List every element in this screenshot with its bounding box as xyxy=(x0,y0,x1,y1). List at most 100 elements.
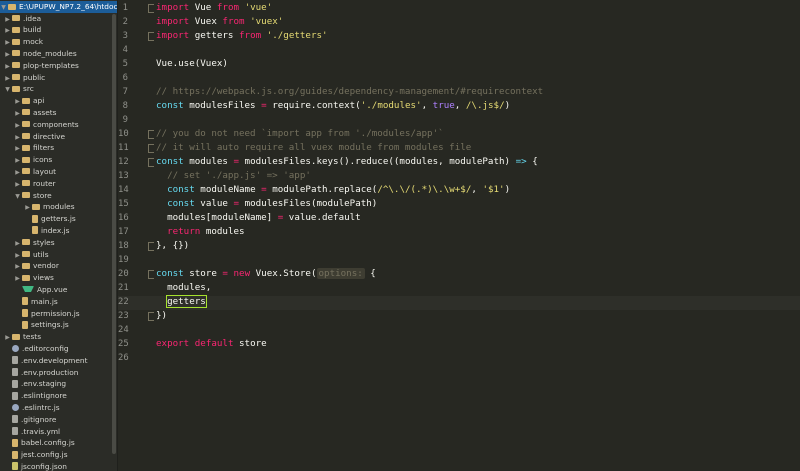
tree-item[interactable]: ▶ node_modules xyxy=(0,48,77,60)
code-line[interactable]: import Vue from 'vue' xyxy=(156,1,272,15)
fold-marker-icon[interactable] xyxy=(148,311,154,321)
tree-item[interactable]: .env.production xyxy=(0,367,78,379)
code-line[interactable]: // you do not need `import app from './m… xyxy=(156,127,444,141)
code-line[interactable]: modules, xyxy=(156,281,211,295)
tree-item[interactable]: ▶ components xyxy=(0,119,78,131)
tree-item-label: index.js xyxy=(41,225,70,235)
tree-item[interactable]: getters.js xyxy=(0,213,76,225)
code-token: '$1' xyxy=(482,184,505,195)
tree-item[interactable]: ▶ api xyxy=(0,95,44,107)
code-line[interactable]: // it will auto require all vuex module … xyxy=(156,141,471,155)
tree-item[interactable]: index.js xyxy=(0,225,69,237)
fold-marker-icon[interactable] xyxy=(148,241,154,251)
tree-item-label: styles xyxy=(33,237,55,247)
fold-marker-icon[interactable] xyxy=(148,31,154,41)
code-editor[interactable]: 1 2 3 4 5 6 7 8 9 10 11 12 13 14 15 16 17 18 19 20 21 22 23 24 2… xyxy=(118,0,800,471)
folder-icon xyxy=(22,121,30,128)
folder-icon xyxy=(12,26,20,33)
line-number: 19 xyxy=(118,255,129,265)
tree-item-label: utils xyxy=(33,249,49,259)
tree-item[interactable]: main.js xyxy=(0,296,58,308)
tree-item[interactable]: ▶ plop-templates xyxy=(0,60,79,72)
code-token: modules[moduleName] xyxy=(156,212,278,223)
tree-item[interactable]: .gitignore xyxy=(0,414,56,426)
tree-item[interactable]: jest.config.js xyxy=(0,449,68,461)
tree-item-label: App.vue xyxy=(37,284,68,294)
tree-item[interactable]: ▶ build xyxy=(0,24,41,36)
tree-item[interactable]: ▶ directive xyxy=(0,131,65,143)
fold-marker-icon[interactable] xyxy=(148,3,154,13)
folder-icon xyxy=(12,50,20,57)
code-token: }) xyxy=(156,310,168,321)
tree-item[interactable]: ▼ store xyxy=(0,190,52,202)
folder-icon xyxy=(12,62,20,69)
tree-item[interactable]: App.vue xyxy=(0,284,67,296)
tree-item[interactable]: .travis.yml xyxy=(0,426,60,438)
code-line[interactable]: import Vuex from 'vuex' xyxy=(156,15,283,29)
folder-icon xyxy=(22,97,30,104)
tree-item[interactable]: ▶ vendor xyxy=(0,260,59,272)
line-number: 6 xyxy=(122,73,128,83)
fold-marker-icon[interactable] xyxy=(148,157,154,167)
tree-item[interactable]: jsconfig.json xyxy=(0,461,67,471)
tree-item[interactable]: permission.js xyxy=(0,308,80,320)
tree-item[interactable]: ▶ tests xyxy=(0,331,41,343)
code-line[interactable]: return modules xyxy=(156,225,244,239)
code-line[interactable]: getters xyxy=(156,295,207,309)
tree-item[interactable]: ▼ src xyxy=(0,83,34,95)
code-token: const xyxy=(156,268,184,279)
tree-item[interactable]: .eslintignore xyxy=(0,390,67,402)
code-token: const xyxy=(167,198,195,209)
tree-item[interactable]: .eslintrc.js xyxy=(0,402,60,414)
folder-icon xyxy=(22,239,30,246)
code-line[interactable]: }, {}) xyxy=(156,239,189,253)
line-number: 25 xyxy=(118,339,129,349)
fold-marker-icon[interactable] xyxy=(148,143,154,153)
tree-item[interactable]: ▶ public xyxy=(0,72,45,84)
project-root[interactable]: ▼E:\UPUPW_NP7.2_64\htdocs\... xyxy=(0,1,117,13)
code-line[interactable]: const modules = modulesFiles.keys().redu… xyxy=(156,155,538,169)
tree-item[interactable]: ▶ .idea xyxy=(0,13,41,25)
code-line[interactable]: export default store xyxy=(156,337,267,351)
tree-item-label: modules xyxy=(43,202,75,212)
code-line[interactable]: // set './app.js' => 'app' xyxy=(156,169,311,183)
code-line[interactable]: const store = new Vuex.Store(options: { xyxy=(156,267,376,281)
parameter-hint: options: xyxy=(316,268,365,279)
tree-item[interactable]: babel.config.js xyxy=(0,437,75,449)
tree-item[interactable]: .env.staging xyxy=(0,378,66,390)
fold-marker-icon[interactable] xyxy=(148,269,154,279)
tree-item[interactable]: ▶ layout xyxy=(0,166,56,178)
code-line[interactable]: }) xyxy=(156,309,167,323)
code-line[interactable]: modules[moduleName] = value.default xyxy=(156,211,361,225)
tree-item-label: .eslintignore xyxy=(21,391,67,401)
tree-item[interactable]: settings.js xyxy=(0,319,69,331)
code-token: value.default xyxy=(283,212,361,223)
code-line[interactable]: const value = modulesFiles(modulePath) xyxy=(156,197,377,211)
tree-item[interactable]: ▶ styles xyxy=(0,237,55,249)
line-number: 18 xyxy=(118,241,129,251)
tree-item[interactable]: ▶ views xyxy=(0,272,54,284)
code-token: { xyxy=(364,268,376,279)
tree-item[interactable]: ▶ router xyxy=(0,178,56,190)
tree-item-label: store xyxy=(33,190,52,200)
code-line[interactable]: // https://webpack.js.org/guides/depende… xyxy=(156,85,543,99)
code-line[interactable]: const moduleName = modulePath.replace(/^… xyxy=(156,183,510,197)
code-line[interactable]: Vue.use(Vuex) xyxy=(156,57,228,71)
code-line[interactable]: import getters from './getters' xyxy=(156,29,328,43)
tree-item-label: directive xyxy=(33,131,66,141)
tree-item[interactable]: ▶ mock xyxy=(0,36,43,48)
tree-item[interactable]: ▶ icons xyxy=(0,154,52,166)
sidebar-scrollbar[interactable] xyxy=(112,14,116,454)
tree-item[interactable]: .editorconfig xyxy=(0,343,69,355)
folder-icon xyxy=(22,262,30,269)
tree-item-label: router xyxy=(33,178,56,188)
tree-item[interactable]: ▶ assets xyxy=(0,107,56,119)
tree-item[interactable]: ▶ modules xyxy=(0,201,75,213)
fold-marker-icon[interactable] xyxy=(148,129,154,139)
tree-item[interactable]: .env.development xyxy=(0,355,87,367)
tree-item[interactable]: ▶ filters xyxy=(0,142,54,154)
tree-item[interactable]: ▶ utils xyxy=(0,249,49,261)
code-token: true xyxy=(432,100,455,111)
code-line[interactable]: const modulesFiles = require.context('./… xyxy=(156,99,510,113)
